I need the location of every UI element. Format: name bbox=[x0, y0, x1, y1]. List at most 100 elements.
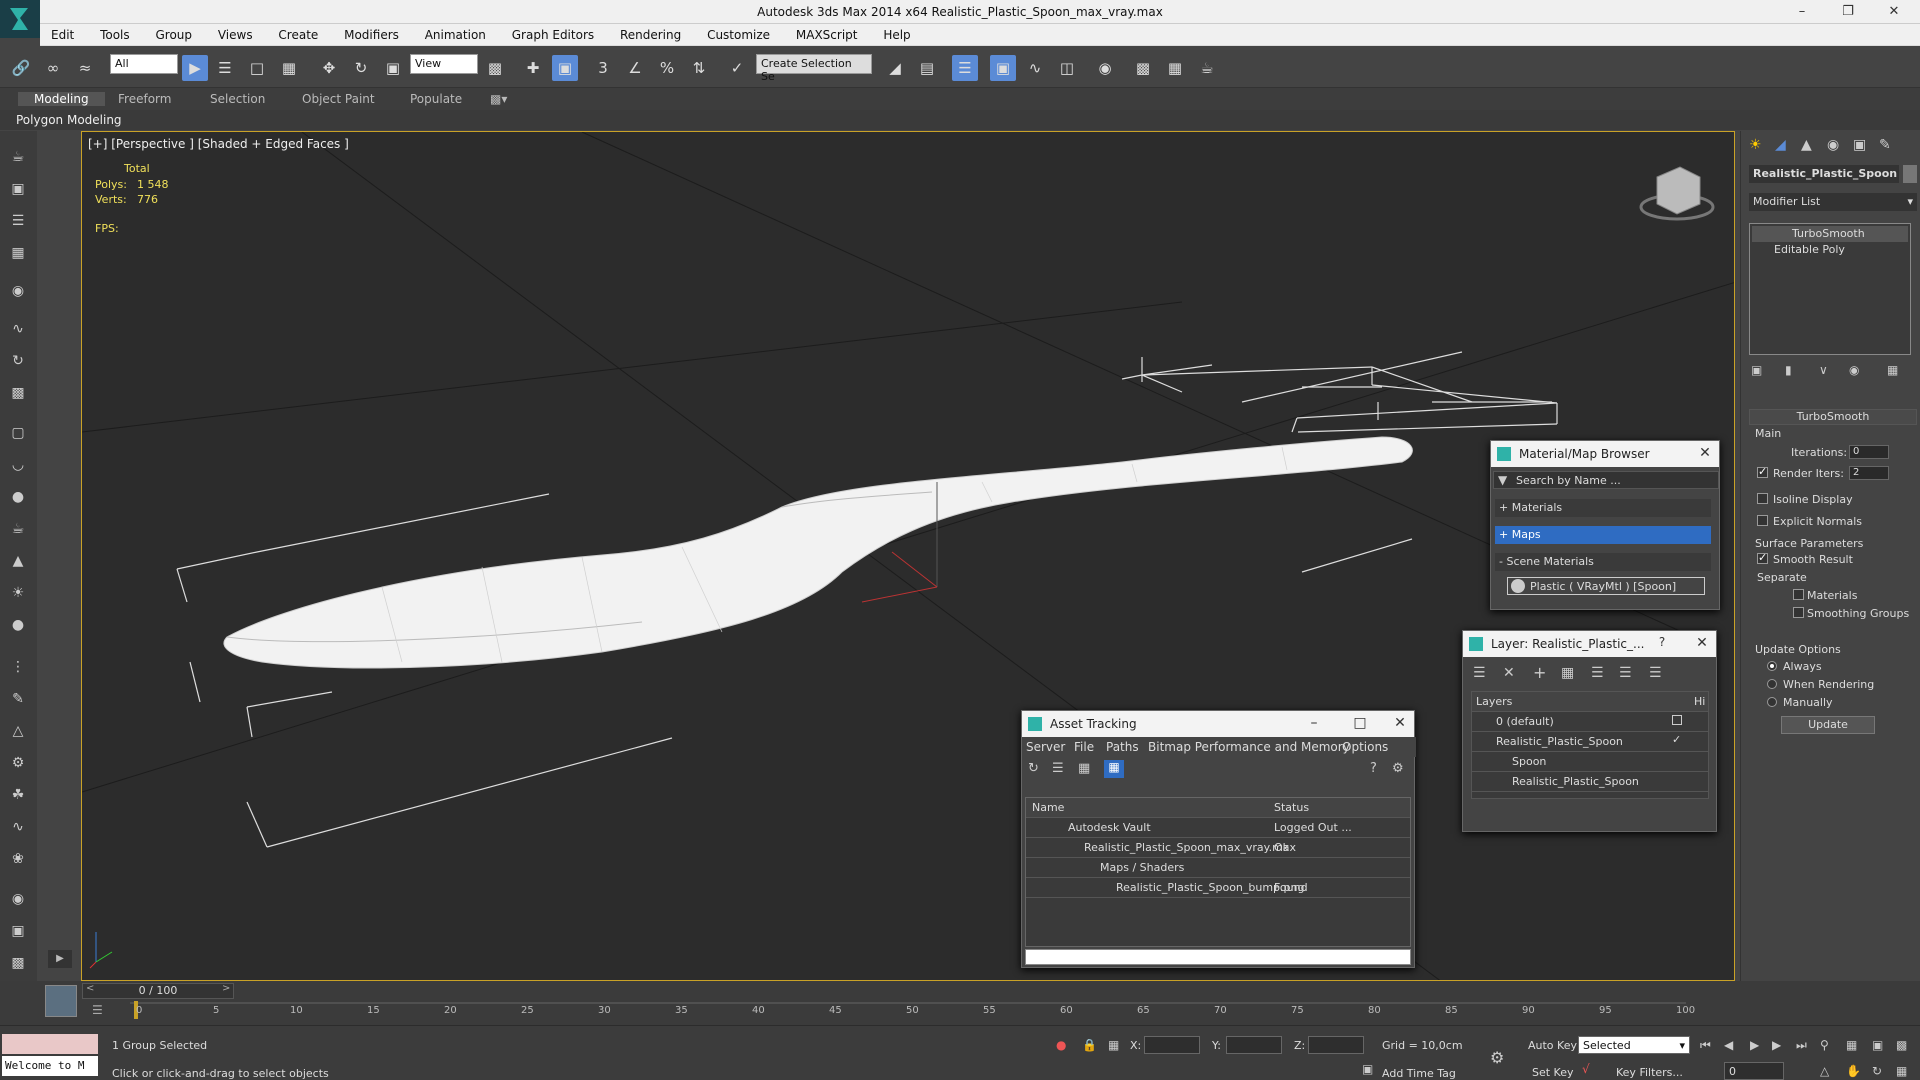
percent-snap-icon[interactable]: % bbox=[654, 55, 680, 81]
table-view-icon[interactable]: ▦ bbox=[1104, 760, 1124, 778]
scene-material-item[interactable]: Plastic ( VRayMtl ) [Spoon] bbox=[1507, 577, 1705, 595]
y-coordinate-field[interactable] bbox=[1226, 1036, 1282, 1054]
app-menu-button[interactable] bbox=[0, 0, 40, 38]
disc-icon[interactable]: ● bbox=[6, 613, 30, 637]
rect-selection-icon[interactable]: □ bbox=[244, 55, 270, 81]
close-icon[interactable]: ✕ bbox=[1692, 635, 1712, 653]
plant-icon[interactable]: ☘ bbox=[6, 783, 30, 807]
show-end-result-icon[interactable]: ▮ bbox=[1785, 363, 1792, 377]
asset-menu-file[interactable]: File bbox=[1074, 740, 1094, 754]
spring-icon[interactable]: ↻ bbox=[6, 349, 30, 373]
menu-animation[interactable]: Animation bbox=[414, 24, 497, 46]
motion-tab-icon[interactable]: ◉ bbox=[1827, 137, 1839, 153]
section-maps[interactable]: + Maps bbox=[1495, 526, 1711, 544]
gear-icon[interactable]: ⚙ bbox=[6, 751, 30, 775]
layer-dialog-title[interactable]: Layer: Realistic_Plastic_... bbox=[1463, 631, 1716, 657]
asset-menu-paths[interactable]: Paths bbox=[1106, 740, 1139, 754]
prev-frame-icon[interactable]: < bbox=[86, 983, 94, 994]
thumbnail-view-icon[interactable]: ▦ bbox=[1078, 761, 1090, 776]
align-icon[interactable]: ▤ bbox=[914, 55, 940, 81]
asset-row-maps[interactable]: Maps / Shaders bbox=[1026, 858, 1410, 878]
asset-menu-bitmap[interactable]: Bitmap Performance and Memory bbox=[1148, 740, 1350, 754]
render-icon[interactable]: ▩ bbox=[6, 951, 30, 975]
add-to-layer-icon[interactable]: + bbox=[1533, 663, 1546, 682]
asset-menu-server[interactable]: Server bbox=[1026, 740, 1065, 754]
mirror-icon[interactable]: ◢ bbox=[882, 55, 908, 81]
next-frame-icon[interactable]: ▶ bbox=[1772, 1038, 1781, 1052]
current-frame-field[interactable]: 0 bbox=[1724, 1062, 1784, 1080]
select-object-icon[interactable]: ▶ bbox=[182, 55, 208, 81]
maximize-viewport-icon[interactable]: ▦ bbox=[1896, 1064, 1907, 1078]
named-selection-input[interactable]: Create Selection Se bbox=[756, 54, 872, 83]
minimize-button[interactable]: – bbox=[1780, 0, 1824, 24]
rendered-frame-icon[interactable]: ▦ bbox=[1162, 55, 1188, 81]
zoom-all-icon[interactable]: ▦ bbox=[1846, 1038, 1857, 1052]
brush-icon[interactable]: ✎ bbox=[6, 687, 30, 711]
select-in-layer-icon[interactable]: ▦ bbox=[1561, 665, 1574, 681]
explicit-normals-checkbox[interactable] bbox=[1757, 515, 1768, 526]
menu-modifiers[interactable]: Modifiers bbox=[333, 24, 410, 46]
material-search[interactable]: ▼ Search by Name ... bbox=[1493, 471, 1719, 489]
menu-graph-editors[interactable]: Graph Editors bbox=[501, 24, 605, 46]
hide-all-icon[interactable]: ☰ bbox=[1619, 665, 1632, 681]
update-rendering-radio[interactable] bbox=[1767, 679, 1777, 689]
pan-icon[interactable]: ✋ bbox=[1846, 1064, 1861, 1078]
box-icon[interactable]: ▢ bbox=[6, 421, 30, 445]
pin-stack-icon[interactable]: ▣ bbox=[1751, 363, 1762, 377]
render-production-icon[interactable]: ☕ bbox=[1194, 55, 1220, 81]
previous-frame-icon[interactable]: ◀ bbox=[1724, 1038, 1733, 1052]
set-key-icon[interactable]: √ bbox=[1582, 1062, 1590, 1076]
remove-modifier-icon[interactable]: ◉ bbox=[1849, 363, 1859, 377]
globe-icon[interactable]: ◉ bbox=[6, 887, 30, 911]
asset-menu-options[interactable]: Options bbox=[1342, 740, 1388, 754]
separate-smoothing-checkbox[interactable] bbox=[1793, 607, 1804, 618]
mini-curve-editor-button[interactable] bbox=[45, 985, 77, 1017]
make-unique-icon[interactable]: ∨ bbox=[1819, 363, 1828, 377]
key-icon[interactable]: ⚙ bbox=[1490, 1048, 1504, 1067]
edit-named-selection-icon[interactable]: ✓ bbox=[724, 55, 750, 81]
snap-toggle-icon[interactable]: 3 bbox=[590, 55, 616, 81]
selection-lock-icon[interactable]: 🔒 bbox=[1082, 1038, 1097, 1052]
help-button[interactable]: ? bbox=[1652, 635, 1672, 653]
field-of-view-icon[interactable]: △ bbox=[1820, 1064, 1829, 1078]
tab-object-paint[interactable]: Object Paint bbox=[302, 92, 375, 106]
absolute-mode-icon[interactable]: ▦ bbox=[1108, 1038, 1119, 1052]
z-coordinate-field[interactable] bbox=[1308, 1036, 1364, 1054]
curve-editor-icon[interactable]: ∿ bbox=[1022, 55, 1048, 81]
auto-key-button[interactable]: Auto Key bbox=[1528, 1039, 1577, 1052]
new-layer-icon[interactable]: ☰ bbox=[1473, 665, 1486, 681]
film-icon[interactable]: ▩ bbox=[6, 381, 30, 405]
layer-row-default[interactable]: 0 (default) bbox=[1472, 712, 1708, 732]
menu-help[interactable]: Help bbox=[872, 24, 921, 46]
vault-icon[interactable]: ⚙ bbox=[1392, 761, 1404, 776]
stack-item-turbosmooth[interactable]: TurboSmooth bbox=[1752, 226, 1908, 242]
sun-icon[interactable]: ☀ bbox=[6, 581, 30, 605]
highlight-layer-icon[interactable]: ☰ bbox=[1591, 665, 1604, 681]
menu-tools[interactable]: Tools bbox=[89, 24, 141, 46]
configure-sets-icon[interactable]: ▦ bbox=[1887, 363, 1898, 377]
ornament-icon[interactable]: ❀ bbox=[6, 847, 30, 871]
create-tab-icon[interactable]: ☀ bbox=[1749, 137, 1762, 153]
list-view-icon[interactable]: ☰ bbox=[1052, 761, 1064, 776]
polygon-modeling-bar[interactable]: Polygon Modeling bbox=[0, 110, 1920, 130]
maxscript-mini-listener[interactable] bbox=[2, 1034, 98, 1054]
pivot-center-icon[interactable]: ▩ bbox=[482, 55, 508, 81]
window-crossing-icon[interactable]: ▦ bbox=[276, 55, 302, 81]
hemisphere-icon[interactable]: ◡ bbox=[6, 453, 30, 477]
paint-icon[interactable]: ◉ bbox=[6, 279, 30, 303]
asset-row-vault[interactable]: Autodesk Vault Logged Out ... bbox=[1026, 818, 1410, 838]
col-name-header[interactable]: Name bbox=[1032, 801, 1064, 814]
teapot-icon[interactable]: ☕ bbox=[6, 145, 30, 169]
add-time-tag[interactable]: Add Time Tag bbox=[1382, 1067, 1456, 1080]
delete-layer-icon[interactable]: ✕ bbox=[1503, 665, 1515, 681]
col-status-header[interactable]: Status bbox=[1274, 801, 1309, 814]
unlink-icon[interactable]: ∞ bbox=[40, 55, 66, 81]
schematic-view-icon[interactable]: ◫ bbox=[1054, 55, 1080, 81]
zoom-extents-all-icon[interactable]: ▩ bbox=[1896, 1038, 1907, 1052]
stack-item-editable-poly[interactable]: Editable Poly bbox=[1752, 242, 1908, 258]
asset-path-field[interactable] bbox=[1025, 949, 1411, 965]
keyboard-shortcut-icon[interactable]: ▣ bbox=[552, 55, 578, 81]
asset-row-max-file[interactable]: Realistic_Plastic_Spoon_max_vray.max Ok bbox=[1026, 838, 1410, 858]
spinner-snap-icon[interactable]: ⇅ bbox=[686, 55, 712, 81]
sphere-icon[interactable]: ● bbox=[6, 485, 30, 509]
